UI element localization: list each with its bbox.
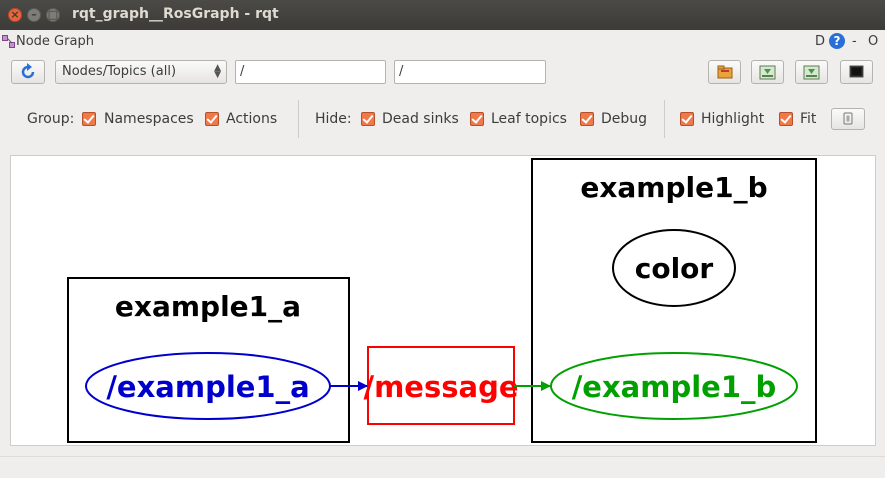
- save-image-icon: [803, 65, 820, 80]
- dead-sinks-checkbox[interactable]: [361, 112, 375, 126]
- actions-label: Actions: [226, 111, 278, 127]
- fit-label: Fit: [800, 111, 817, 127]
- panel-close-button[interactable]: O: [868, 34, 878, 49]
- topic-label: /message: [364, 370, 519, 404]
- fit-in-view-button[interactable]: [831, 108, 865, 130]
- save-image-button[interactable]: [840, 60, 873, 84]
- view-mode-value: Nodes/Topics (all): [62, 64, 177, 79]
- toolbar-separator: [664, 100, 665, 138]
- save-icon: [759, 65, 776, 80]
- window-minimize-button[interactable]: –: [27, 8, 41, 22]
- select-arrows-icon: ▲ ▼: [214, 63, 221, 80]
- help-icon[interactable]: ?: [829, 33, 845, 49]
- refresh-icon: [21, 63, 35, 79]
- group-label: Group:: [27, 111, 75, 127]
- highlight-checkbox[interactable]: [680, 112, 694, 126]
- window-maximize-button[interactable]: □: [46, 8, 60, 22]
- folder-icon: [717, 65, 733, 79]
- node-color-label: color: [635, 252, 714, 285]
- actions-checkbox[interactable]: [205, 112, 219, 126]
- namespaces-checkbox[interactable]: [82, 112, 96, 126]
- fit-view-icon: [843, 112, 853, 125]
- window-title: rqt_graph__RosGraph - rqt: [72, 6, 279, 22]
- fit-checkbox[interactable]: [779, 112, 793, 126]
- save-svg-button[interactable]: [795, 60, 828, 84]
- cluster-b-label: example1_b: [580, 171, 767, 204]
- namespaces-label: Namespaces: [104, 111, 194, 127]
- panel-title: Node Graph: [16, 34, 94, 49]
- hide-label: Hide:: [315, 111, 352, 127]
- screen-icon: [849, 65, 864, 78]
- topic-filter-input[interactable]: /: [394, 60, 546, 84]
- toolbar-separator: [298, 100, 299, 138]
- node-graph-icon: [2, 35, 15, 48]
- refresh-button[interactable]: [11, 60, 45, 84]
- minimize-icon: –: [31, 8, 37, 21]
- status-bar: [0, 456, 885, 478]
- graph-canvas[interactable]: example1_a example1_b color /example1_a …: [10, 155, 876, 446]
- leaf-topics-checkbox[interactable]: [470, 112, 484, 126]
- cluster-a-label: example1_a: [115, 290, 301, 323]
- dead-sinks-label: Dead sinks: [382, 111, 459, 127]
- panel-minimize-button[interactable]: -: [852, 34, 857, 49]
- node-filter-input[interactable]: /: [235, 60, 386, 84]
- node-b-label: /example1_b: [572, 370, 777, 404]
- leaf-topics-label: Leaf topics: [491, 111, 567, 127]
- debug-checkbox[interactable]: [580, 112, 594, 126]
- save-dot-button[interactable]: [751, 60, 784, 84]
- maximize-icon: □: [47, 8, 59, 21]
- ros-graph: example1_a example1_b color /example1_a …: [67, 158, 817, 443]
- close-x-icon: ×: [10, 8, 20, 21]
- node-a-label: /example1_a: [106, 370, 309, 404]
- view-mode-select[interactable]: Nodes/Topics (all) ▲ ▼: [55, 60, 227, 84]
- highlight-label: Highlight: [701, 111, 765, 127]
- debug-label: Debug: [601, 111, 648, 127]
- title-bar: × – □ rqt_graph__RosGraph - rqt: [0, 0, 885, 30]
- d-button[interactable]: D: [815, 34, 825, 49]
- load-dot-button[interactable]: [708, 60, 741, 84]
- window-close-button[interactable]: ×: [8, 8, 22, 22]
